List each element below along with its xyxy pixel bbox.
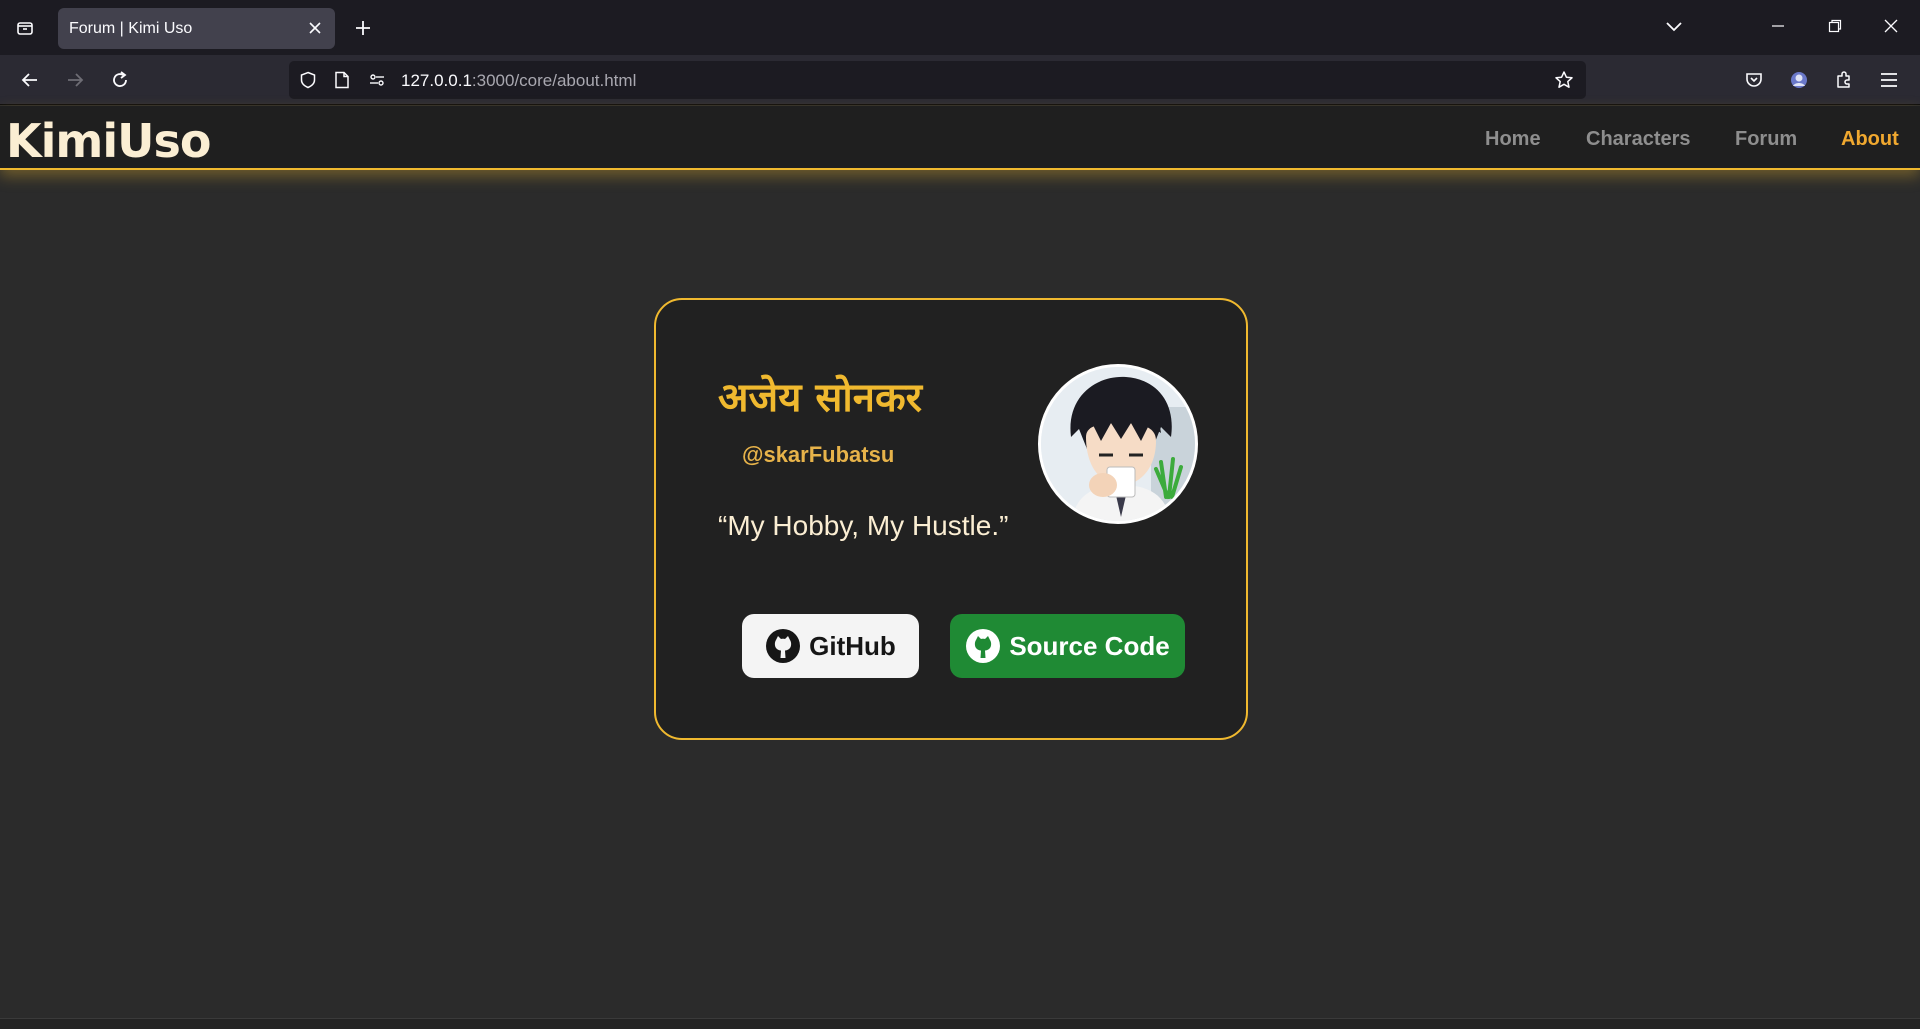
- forward-icon[interactable]: [60, 65, 90, 95]
- shield-icon[interactable]: [298, 70, 318, 90]
- tab-overview-icon[interactable]: [10, 13, 40, 43]
- tab-title: Forum | Kimi Uso: [69, 20, 193, 37]
- source-code-button-label: Source Code: [1009, 630, 1170, 661]
- bottom-status-strip: [0, 1018, 1920, 1029]
- profile-quote: “My Hobby, My Hustle.”: [718, 510, 1009, 541]
- site-logo[interactable]: KimiUso: [6, 114, 211, 168]
- close-window-icon[interactable]: [1874, 11, 1908, 41]
- url-bar[interactable]: 127.0.0.1:3000/core/about.html: [289, 61, 1586, 99]
- profile-name: अजेय सोनकर: [718, 375, 923, 421]
- reload-icon[interactable]: [105, 65, 135, 95]
- github-button[interactable]: GitHub: [742, 614, 919, 678]
- page-icon[interactable]: [332, 70, 352, 90]
- profile-handle: @skarFubatsu: [742, 442, 895, 467]
- site-header: KimiUso Home Characters Forum About: [0, 106, 1920, 170]
- nav-characters[interactable]: Characters: [1586, 128, 1691, 151]
- site-permissions-icon[interactable]: [367, 70, 387, 90]
- github-button-label: GitHub: [809, 630, 896, 661]
- browser-tab-bar: Forum | Kimi Uso: [0, 0, 1920, 55]
- avatar-illustration-icon: [1041, 367, 1195, 521]
- github-icon: [766, 629, 801, 663]
- bookmark-star-icon[interactable]: [1554, 70, 1574, 90]
- list-all-tabs-chevron-icon[interactable]: [1657, 11, 1691, 41]
- browser-nav-bar: 127.0.0.1:3000/core/about.html: [0, 55, 1920, 105]
- extension-avatar-icon[interactable]: [1784, 65, 1814, 95]
- restore-icon[interactable]: [1818, 11, 1852, 41]
- avatar: [1038, 364, 1198, 524]
- minimize-icon[interactable]: [1761, 11, 1795, 41]
- nav-home[interactable]: Home: [1485, 128, 1541, 151]
- extensions-puzzle-icon[interactable]: [1829, 65, 1859, 95]
- profile-card: अजेय सोनकर @skarFubatsu “My Hobby, My Hu…: [654, 298, 1248, 740]
- url-text[interactable]: 127.0.0.1:3000/core/about.html: [401, 71, 636, 91]
- nav-about[interactable]: About: [1841, 128, 1899, 151]
- browser-tab-active[interactable]: Forum | Kimi Uso: [58, 8, 335, 49]
- new-tab-icon[interactable]: [348, 13, 378, 43]
- back-icon[interactable]: [15, 65, 45, 95]
- url-host: 127.0.0.1: [401, 71, 472, 90]
- pocket-icon[interactable]: [1739, 65, 1769, 95]
- nav-forum[interactable]: Forum: [1735, 128, 1797, 151]
- source-code-button[interactable]: Source Code: [950, 614, 1185, 678]
- close-tab-icon[interactable]: [305, 18, 325, 38]
- menu-hamburger-icon[interactable]: [1874, 65, 1904, 95]
- url-path: :3000/core/about.html: [471, 71, 637, 90]
- github-icon: [966, 629, 1001, 663]
